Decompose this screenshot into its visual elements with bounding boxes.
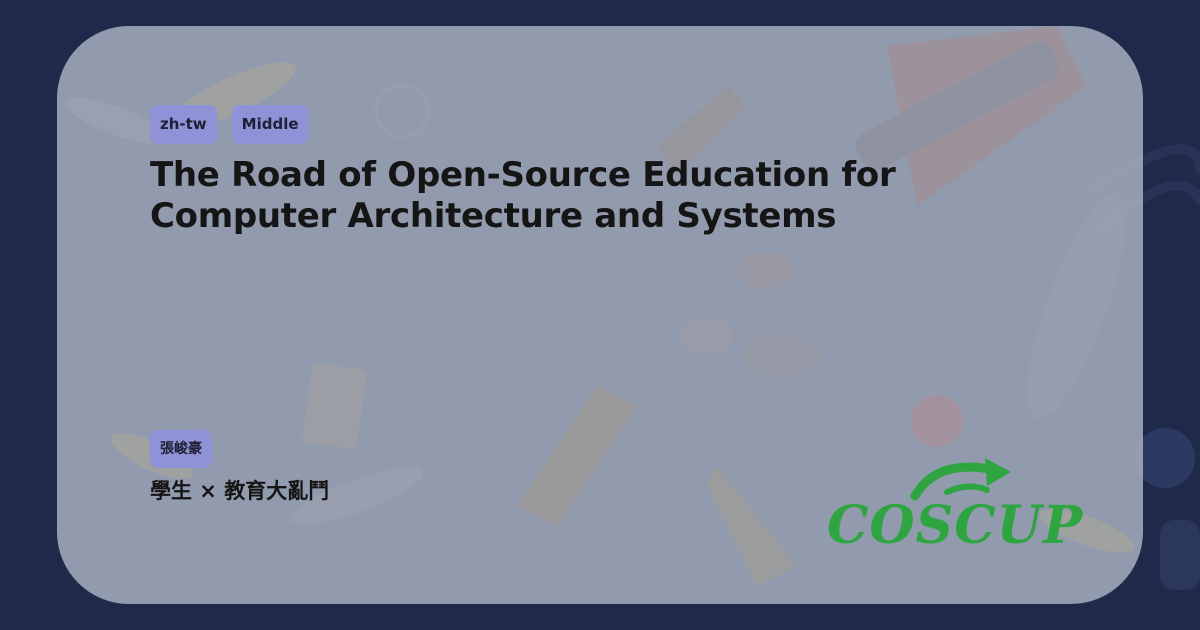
logo-wordmark: COSCUP <box>827 495 1084 556</box>
session-title: The Road of Open-Source Education for Co… <box>150 155 896 236</box>
language-tag: zh-tw <box>150 105 217 144</box>
coscup-logo: COSCUP <box>827 456 1107 556</box>
speaker-tag: 張峻豪 <box>150 430 212 468</box>
level-tag: Middle <box>231 105 309 144</box>
session-card: zh-tw Middle The Road of Open-Source Edu… <box>57 26 1143 604</box>
tag-list: zh-tw Middle <box>150 105 309 144</box>
track-name: 學生 × 教育大亂鬥 <box>150 479 330 503</box>
